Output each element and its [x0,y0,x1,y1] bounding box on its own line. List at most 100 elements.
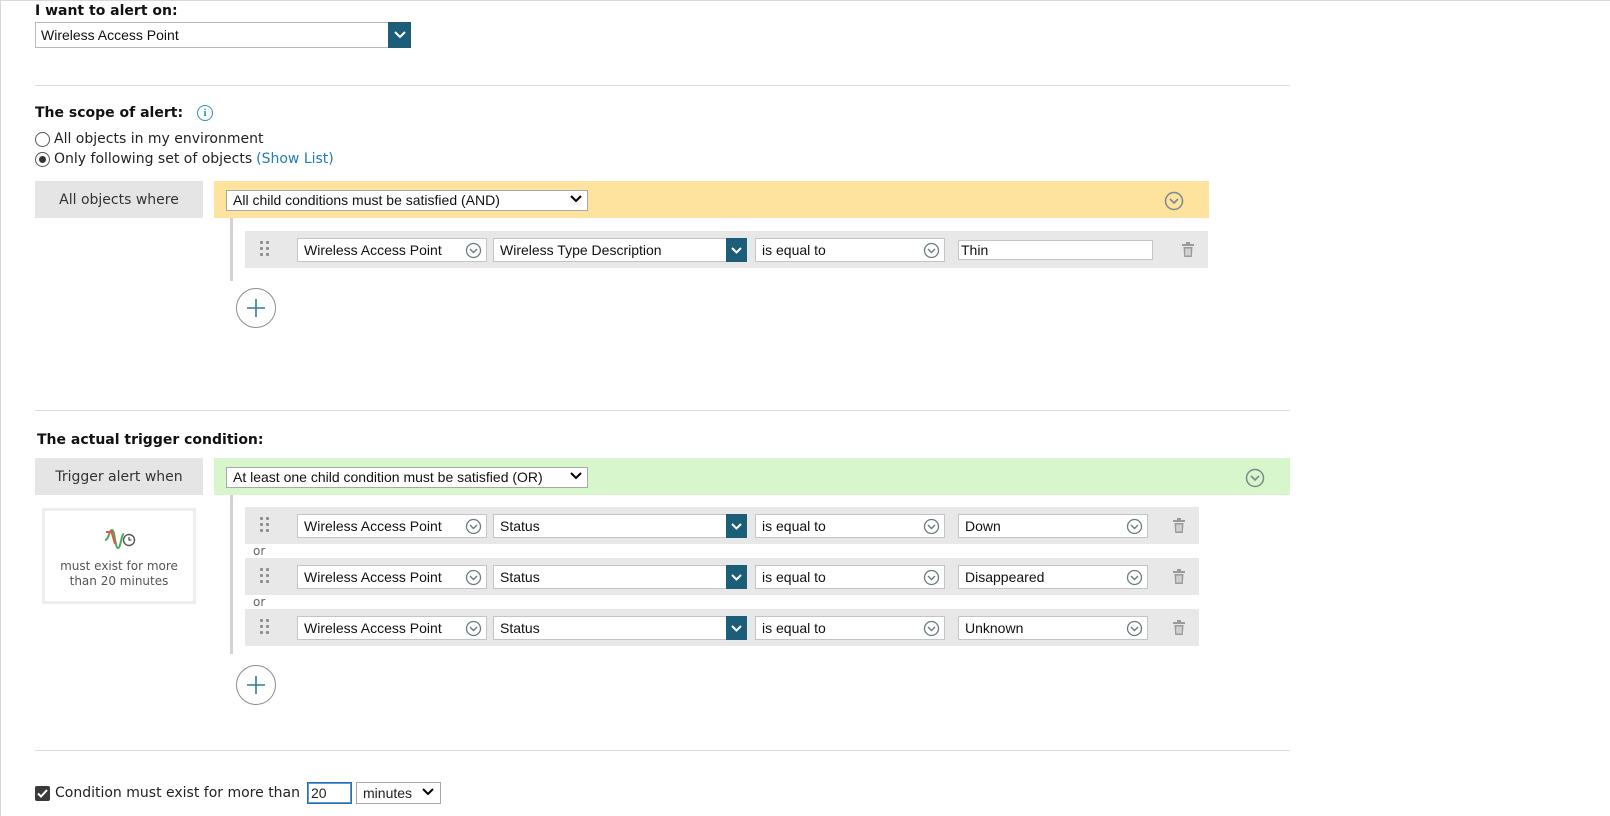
object-type-value: Wireless Access Point [304,242,442,258]
chevron-circle-icon [1126,518,1143,538]
chevron-down-icon [570,469,582,483]
trigger-group-band: At least one child condition must be sat… [214,458,1290,495]
scope-condition-row: Wireless Access Point Wireless Type Desc… [245,231,1208,268]
value-text: Down [965,518,1001,534]
radio-following-objects[interactable]: Only following set of objects (Show List… [35,151,334,167]
chevron-down-icon[interactable] [726,616,747,640]
object-type-value: Wireless Access Point [304,518,442,534]
collapse-icon[interactable] [1245,468,1265,492]
trigger-condition-row: Wireless Access Point Status is equal to… [245,507,1199,544]
chevron-circle-icon [923,569,940,589]
trash-icon[interactable] [1172,518,1186,537]
chevron-down-icon[interactable] [388,22,411,48]
object-type-value: Wireless Access Point [304,569,442,585]
duration-unit-select[interactable]: minutes [356,782,442,804]
chevron-circle-icon [465,242,482,262]
field-select[interactable]: Status [493,565,747,589]
chevron-circle-icon [923,242,940,262]
duration-checkbox[interactable] [35,785,50,801]
trigger-title: The actual trigger condition: [37,432,264,448]
chevron-circle-icon [923,518,940,538]
operator-select[interactable]: is equal to [755,616,945,640]
alert-on-select[interactable]: Wireless Access Point [35,22,411,48]
radio-all-objects[interactable]: All objects in my environment [35,131,263,147]
field-select[interactable]: Status [493,616,747,640]
operator-value: is equal to [762,518,826,534]
divider [35,410,1290,411]
value-input[interactable]: Thin [958,240,1153,260]
collapse-icon[interactable] [1164,191,1184,215]
field-select[interactable]: Wireless Type Description [493,238,747,262]
trash-icon[interactable] [1181,242,1195,261]
chevron-circle-icon [923,620,940,640]
object-type-select[interactable]: Wireless Access Point [297,616,487,640]
chevron-down-icon [422,785,434,799]
duration-row: Condition must exist for more than 20 mi… [35,782,442,804]
chevron-circle-icon [1126,620,1143,640]
show-list-link[interactable]: (Show List) [256,151,334,167]
value-text: Thin [961,242,989,258]
divider [35,85,1290,86]
value-select[interactable]: Disappeared [958,565,1148,589]
radio-label: All objects in my environment [54,131,264,147]
object-type-select[interactable]: Wireless Access Point [297,514,487,538]
operator-value: is equal to [762,569,826,585]
radio-label: Only following set of objects [54,151,253,167]
object-type-select[interactable]: Wireless Access Point [297,238,487,262]
info-icon[interactable]: i [197,105,214,121]
duration-summary-card: must exist for more than 20 minutes [42,508,196,604]
or-joiner: or [253,595,266,609]
scope-group-mode-value: All child conditions must be satisfied (… [233,192,500,208]
radio-button[interactable] [35,131,50,147]
chevron-down-icon[interactable] [726,238,747,262]
drag-handle-icon[interactable] [260,619,272,635]
field-select[interactable]: Status [493,514,747,538]
drag-handle-icon[interactable] [260,517,272,533]
trigger-condition-row: Wireless Access Point Status is equal to… [245,609,1199,646]
operator-select[interactable]: is equal to [755,514,945,538]
trash-icon[interactable] [1172,569,1186,588]
trigger-group-mode-value: At least one child condition must be sat… [233,469,543,485]
time-condition-icon [103,526,137,556]
chevron-down-icon[interactable] [726,514,747,538]
value-text: Unknown [965,620,1024,636]
value-select[interactable]: Unknown [958,616,1148,640]
field-value: Status [500,518,540,534]
chevron-down-icon [570,192,582,206]
divider [35,750,1290,751]
add-condition-button[interactable] [236,288,276,328]
scope-group-band: All child conditions must be satisfied (… [214,181,1209,218]
chevron-circle-icon [465,620,482,640]
chevron-down-icon[interactable] [726,565,747,589]
object-type-value: Wireless Access Point [304,620,442,636]
alert-on-value: Wireless Access Point [41,27,179,43]
operator-select[interactable]: is equal to [755,565,945,589]
trigger-alert-when-label: Trigger alert when [35,458,203,495]
duration-unit-value: minutes [363,785,413,801]
operator-value: is equal to [762,242,826,258]
trigger-condition-row: Wireless Access Point Status is equal to… [245,558,1199,595]
duration-amount-input[interactable]: 20 [307,782,353,804]
field-value: Status [500,569,540,585]
value-text: Disappeared [965,569,1045,585]
operator-select[interactable]: is equal to [755,238,945,262]
value-select[interactable]: Down [958,514,1148,538]
duration-label: Condition must exist for more than [55,785,301,801]
duration-summary-text: must exist for more than 20 minutes [60,559,178,588]
drag-handle-icon[interactable] [260,241,272,257]
trigger-group-mode-select[interactable]: At least one child condition must be sat… [226,467,588,488]
scope-group-mode-select[interactable]: All child conditions must be satisfied (… [226,190,588,211]
drag-handle-icon[interactable] [260,568,272,584]
all-objects-where-label: All objects where [35,181,203,218]
chevron-circle-icon [1126,569,1143,589]
radio-button[interactable] [35,151,50,167]
alert-on-label: I want to alert on: [35,3,178,19]
field-value: Status [500,620,540,636]
object-type-select[interactable]: Wireless Access Point [297,565,487,589]
operator-value: is equal to [762,620,826,636]
or-joiner: or [253,544,266,558]
chevron-circle-icon [465,518,482,538]
trash-icon[interactable] [1172,620,1186,639]
tree-connector [230,495,233,654]
add-condition-button[interactable] [236,665,276,705]
